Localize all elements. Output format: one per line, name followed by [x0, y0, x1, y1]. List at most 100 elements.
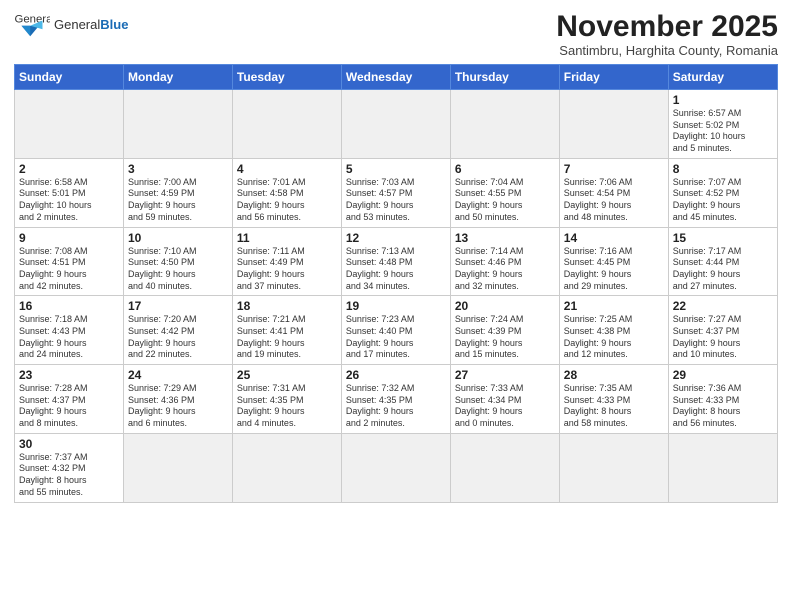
header-thursday: Thursday	[450, 65, 559, 90]
table-row: 24Sunrise: 7:29 AM Sunset: 4:36 PM Dayli…	[123, 365, 232, 434]
header: General GeneralBlue November 2025 Santim…	[14, 10, 778, 58]
day-info: Sunrise: 6:57 AM Sunset: 5:02 PM Dayligh…	[673, 108, 773, 155]
day-number: 9	[19, 231, 119, 245]
table-row: 8Sunrise: 7:07 AM Sunset: 4:52 PM Daylig…	[668, 158, 777, 227]
table-row	[123, 90, 232, 159]
calendar-week-row: 16Sunrise: 7:18 AM Sunset: 4:43 PM Dayli…	[15, 296, 778, 365]
table-row: 30Sunrise: 7:37 AM Sunset: 4:32 PM Dayli…	[15, 433, 124, 502]
day-number: 30	[19, 437, 119, 451]
table-row	[123, 433, 232, 502]
day-info: Sunrise: 7:17 AM Sunset: 4:44 PM Dayligh…	[673, 246, 773, 293]
day-number: 24	[128, 368, 228, 382]
day-info: Sunrise: 7:11 AM Sunset: 4:49 PM Dayligh…	[237, 246, 337, 293]
header-saturday: Saturday	[668, 65, 777, 90]
calendar-week-row: 1Sunrise: 6:57 AM Sunset: 5:02 PM Daylig…	[15, 90, 778, 159]
day-info: Sunrise: 7:07 AM Sunset: 4:52 PM Dayligh…	[673, 177, 773, 224]
day-number: 20	[455, 299, 555, 313]
day-info: Sunrise: 7:31 AM Sunset: 4:35 PM Dayligh…	[237, 383, 337, 430]
day-number: 3	[128, 162, 228, 176]
table-row	[668, 433, 777, 502]
header-wednesday: Wednesday	[341, 65, 450, 90]
day-number: 26	[346, 368, 446, 382]
table-row	[341, 90, 450, 159]
day-number: 13	[455, 231, 555, 245]
table-row: 13Sunrise: 7:14 AM Sunset: 4:46 PM Dayli…	[450, 227, 559, 296]
day-number: 8	[673, 162, 773, 176]
day-info: Sunrise: 7:35 AM Sunset: 4:33 PM Dayligh…	[564, 383, 664, 430]
day-info: Sunrise: 7:14 AM Sunset: 4:46 PM Dayligh…	[455, 246, 555, 293]
location-subtitle: Santimbru, Harghita County, Romania	[556, 43, 778, 58]
day-info: Sunrise: 7:04 AM Sunset: 4:55 PM Dayligh…	[455, 177, 555, 224]
day-number: 10	[128, 231, 228, 245]
table-row: 15Sunrise: 7:17 AM Sunset: 4:44 PM Dayli…	[668, 227, 777, 296]
table-row: 11Sunrise: 7:11 AM Sunset: 4:49 PM Dayli…	[232, 227, 341, 296]
day-info: Sunrise: 7:25 AM Sunset: 4:38 PM Dayligh…	[564, 314, 664, 361]
header-sunday: Sunday	[15, 65, 124, 90]
day-info: Sunrise: 7:18 AM Sunset: 4:43 PM Dayligh…	[19, 314, 119, 361]
calendar-week-row: 30Sunrise: 7:37 AM Sunset: 4:32 PM Dayli…	[15, 433, 778, 502]
table-row	[341, 433, 450, 502]
day-info: Sunrise: 7:16 AM Sunset: 4:45 PM Dayligh…	[564, 246, 664, 293]
day-number: 22	[673, 299, 773, 313]
day-number: 15	[673, 231, 773, 245]
table-row: 23Sunrise: 7:28 AM Sunset: 4:37 PM Dayli…	[15, 365, 124, 434]
table-row	[232, 433, 341, 502]
table-row: 26Sunrise: 7:32 AM Sunset: 4:35 PM Dayli…	[341, 365, 450, 434]
table-row: 7Sunrise: 7:06 AM Sunset: 4:54 PM Daylig…	[559, 158, 668, 227]
logo-general: General	[54, 17, 100, 32]
table-row: 20Sunrise: 7:24 AM Sunset: 4:39 PM Dayli…	[450, 296, 559, 365]
day-number: 18	[237, 299, 337, 313]
table-row	[15, 90, 124, 159]
day-number: 14	[564, 231, 664, 245]
day-info: Sunrise: 7:36 AM Sunset: 4:33 PM Dayligh…	[673, 383, 773, 430]
table-row: 5Sunrise: 7:03 AM Sunset: 4:57 PM Daylig…	[341, 158, 450, 227]
table-row: 16Sunrise: 7:18 AM Sunset: 4:43 PM Dayli…	[15, 296, 124, 365]
header-monday: Monday	[123, 65, 232, 90]
day-info: Sunrise: 7:13 AM Sunset: 4:48 PM Dayligh…	[346, 246, 446, 293]
table-row	[450, 90, 559, 159]
day-info: Sunrise: 7:08 AM Sunset: 4:51 PM Dayligh…	[19, 246, 119, 293]
calendar-week-row: 2Sunrise: 6:58 AM Sunset: 5:01 PM Daylig…	[15, 158, 778, 227]
day-info: Sunrise: 7:20 AM Sunset: 4:42 PM Dayligh…	[128, 314, 228, 361]
day-info: Sunrise: 7:23 AM Sunset: 4:40 PM Dayligh…	[346, 314, 446, 361]
day-number: 16	[19, 299, 119, 313]
day-number: 2	[19, 162, 119, 176]
month-title: November 2025	[556, 10, 778, 43]
table-row: 19Sunrise: 7:23 AM Sunset: 4:40 PM Dayli…	[341, 296, 450, 365]
day-info: Sunrise: 7:01 AM Sunset: 4:58 PM Dayligh…	[237, 177, 337, 224]
day-info: Sunrise: 7:28 AM Sunset: 4:37 PM Dayligh…	[19, 383, 119, 430]
table-row: 10Sunrise: 7:10 AM Sunset: 4:50 PM Dayli…	[123, 227, 232, 296]
day-number: 27	[455, 368, 555, 382]
day-info: Sunrise: 7:33 AM Sunset: 4:34 PM Dayligh…	[455, 383, 555, 430]
day-info: Sunrise: 7:00 AM Sunset: 4:59 PM Dayligh…	[128, 177, 228, 224]
calendar-week-row: 23Sunrise: 7:28 AM Sunset: 4:37 PM Dayli…	[15, 365, 778, 434]
table-row: 25Sunrise: 7:31 AM Sunset: 4:35 PM Dayli…	[232, 365, 341, 434]
day-number: 4	[237, 162, 337, 176]
table-row: 2Sunrise: 6:58 AM Sunset: 5:01 PM Daylig…	[15, 158, 124, 227]
day-number: 29	[673, 368, 773, 382]
calendar-week-row: 9Sunrise: 7:08 AM Sunset: 4:51 PM Daylig…	[15, 227, 778, 296]
day-info: Sunrise: 7:24 AM Sunset: 4:39 PM Dayligh…	[455, 314, 555, 361]
table-row: 22Sunrise: 7:27 AM Sunset: 4:37 PM Dayli…	[668, 296, 777, 365]
table-row: 4Sunrise: 7:01 AM Sunset: 4:58 PM Daylig…	[232, 158, 341, 227]
day-number: 11	[237, 231, 337, 245]
day-info: Sunrise: 7:37 AM Sunset: 4:32 PM Dayligh…	[19, 452, 119, 499]
day-info: Sunrise: 7:21 AM Sunset: 4:41 PM Dayligh…	[237, 314, 337, 361]
day-number: 7	[564, 162, 664, 176]
day-info: Sunrise: 7:10 AM Sunset: 4:50 PM Dayligh…	[128, 246, 228, 293]
day-number: 6	[455, 162, 555, 176]
table-row: 18Sunrise: 7:21 AM Sunset: 4:41 PM Dayli…	[232, 296, 341, 365]
table-row: 1Sunrise: 6:57 AM Sunset: 5:02 PM Daylig…	[668, 90, 777, 159]
day-number: 23	[19, 368, 119, 382]
day-info: Sunrise: 7:27 AM Sunset: 4:37 PM Dayligh…	[673, 314, 773, 361]
day-info: Sunrise: 6:58 AM Sunset: 5:01 PM Dayligh…	[19, 177, 119, 224]
day-info: Sunrise: 7:29 AM Sunset: 4:36 PM Dayligh…	[128, 383, 228, 430]
table-row: 21Sunrise: 7:25 AM Sunset: 4:38 PM Dayli…	[559, 296, 668, 365]
day-number: 12	[346, 231, 446, 245]
table-row: 12Sunrise: 7:13 AM Sunset: 4:48 PM Dayli…	[341, 227, 450, 296]
calendar-page: General GeneralBlue November 2025 Santim…	[0, 0, 792, 612]
day-info: Sunrise: 7:03 AM Sunset: 4:57 PM Dayligh…	[346, 177, 446, 224]
day-number: 21	[564, 299, 664, 313]
header-friday: Friday	[559, 65, 668, 90]
day-number: 1	[673, 93, 773, 107]
